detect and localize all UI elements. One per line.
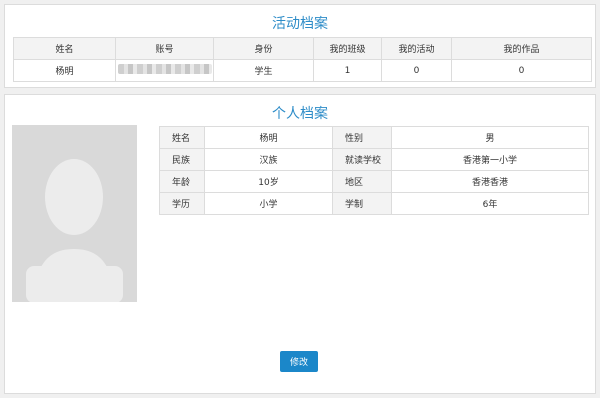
activity-table-header: 姓名 账号 身份 我的班级 我的活动 我的作品 [13,37,592,60]
label-education: 学历 [159,192,205,215]
person-silhouette-icon [26,159,123,302]
table-row: 杨明 学生 1 0 0 [13,59,592,82]
label-school: 就读学校 [332,148,392,171]
value-school-system: 6年 [391,192,589,215]
cell-name: 杨明 [13,59,116,82]
profile-row: 年龄 10岁 地区 香港香港 [159,170,589,193]
edit-button[interactable]: 修改 [280,351,318,372]
cell-class-count: 1 [313,59,382,82]
profile-row: 民族 汉族 就读学校 香港第一小学 [159,148,589,171]
cell-activity-count: 0 [381,59,452,82]
cell-account [115,59,214,82]
value-region: 香港香港 [391,170,589,193]
blurred-account [117,64,212,74]
label-name: 姓名 [159,126,205,149]
avatar [12,125,137,302]
label-gender: 性别 [332,126,392,149]
value-name: 杨明 [204,126,333,149]
column-header-role: 身份 [213,37,314,60]
activity-record-panel: 活动档案 姓名 账号 身份 我的班级 我的活动 我的作品 杨明 学生 1 0 0 [4,4,596,88]
label-age: 年龄 [159,170,205,193]
profile-table: 姓名 杨明 性别 男 民族 汉族 就读学校 香港第一小学 年龄 10岁 地区 香… [159,126,589,215]
label-school-system: 学制 [332,192,392,215]
column-header-my-class: 我的班级 [313,37,382,60]
cell-works-count: 0 [451,59,592,82]
value-education: 小学 [204,192,333,215]
column-header-name: 姓名 [13,37,116,60]
value-gender: 男 [391,126,589,149]
column-header-my-works: 我的作品 [451,37,592,60]
profile-row: 姓名 杨明 性别 男 [159,126,589,149]
personal-profile-panel: 个人档案 姓名 杨明 性别 男 民族 汉族 就读学校 香港第一小学 年龄 10岁… [4,94,596,394]
cell-role: 学生 [213,59,314,82]
activity-record-title: 活动档案 [272,16,328,32]
value-school: 香港第一小学 [391,148,589,171]
activity-table: 姓名 账号 身份 我的班级 我的活动 我的作品 杨明 学生 1 0 0 [13,37,592,82]
personal-profile-title: 个人档案 [272,106,328,122]
value-age: 10岁 [204,170,333,193]
label-region: 地区 [332,170,392,193]
column-header-account: 账号 [115,37,214,60]
label-ethnicity: 民族 [159,148,205,171]
profile-row: 学历 小学 学制 6年 [159,192,589,215]
column-header-my-activity: 我的活动 [381,37,452,60]
value-ethnicity: 汉族 [204,148,333,171]
